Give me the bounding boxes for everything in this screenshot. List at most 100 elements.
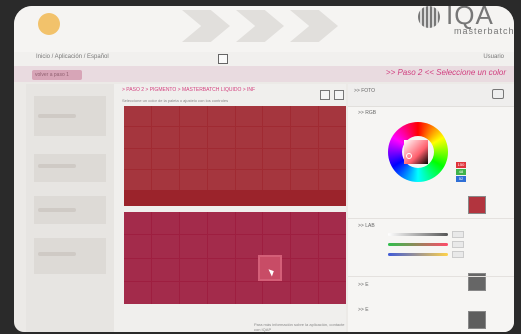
l-slider[interactable] <box>388 233 448 236</box>
e2-label: >> E <box>358 307 369 313</box>
palette-cell[interactable] <box>207 258 235 281</box>
r-value-badge[interactable]: 150 <box>456 162 466 168</box>
b-value-badge[interactable]: 52 <box>456 176 466 182</box>
palette-cell[interactable] <box>179 281 207 304</box>
step-indicator: >> Paso 2 << Seleccione un color <box>385 68 506 77</box>
palette-cell[interactable] <box>151 127 179 148</box>
rgb-section: >> RGB 150 48 52 <box>348 106 514 218</box>
sidebar-item[interactable] <box>38 164 76 168</box>
palette-cell[interactable] <box>179 258 207 281</box>
palette-cell[interactable] <box>319 258 346 281</box>
chevron-icon <box>290 10 338 42</box>
palette-instructions: Seleccione un color de la paleta o ajust… <box>122 98 229 103</box>
palette-cell[interactable] <box>263 281 291 304</box>
a-slider[interactable] <box>388 243 448 246</box>
b-value[interactable] <box>452 251 464 258</box>
g-value-badge[interactable]: 48 <box>456 169 466 175</box>
step-chevrons <box>182 10 338 42</box>
palette-cell[interactable] <box>179 127 207 148</box>
camera-icon[interactable] <box>492 89 504 99</box>
palette-cell[interactable] <box>319 235 346 258</box>
palette-cell[interactable] <box>179 235 207 258</box>
menu-links[interactable]: Inicio / Aplicación / Español <box>36 54 109 60</box>
palette-cell[interactable] <box>235 212 263 235</box>
palette-cell[interactable] <box>319 281 346 304</box>
lab-section: >> LAB <box>348 218 514 291</box>
palette-cell[interactable] <box>263 148 291 169</box>
palette-cell[interactable] <box>291 169 319 190</box>
menubar: Inicio / Aplicación / Español Usuario <box>14 52 514 67</box>
color-picker-handle[interactable] <box>406 153 412 159</box>
palette-cell[interactable] <box>124 169 151 190</box>
b-slider[interactable] <box>388 253 448 256</box>
palette-cell[interactable] <box>291 258 319 281</box>
palette-cell[interactable] <box>319 169 346 190</box>
palette-cell[interactable] <box>319 212 346 235</box>
palette-cell[interactable] <box>263 127 291 148</box>
palette-cell[interactable] <box>207 212 235 235</box>
color-palette-bottom[interactable] <box>124 212 346 304</box>
palette-cell[interactable] <box>235 169 263 190</box>
palette-cell[interactable] <box>207 127 235 148</box>
palette-cell[interactable] <box>151 106 179 127</box>
palette-cell[interactable] <box>319 127 346 148</box>
palette-cell[interactable] <box>319 148 346 169</box>
palette-cell[interactable] <box>263 169 291 190</box>
palette-cell[interactable] <box>151 281 179 304</box>
palette-cell[interactable] <box>124 148 151 169</box>
palette-cell[interactable] <box>124 235 151 258</box>
palette-cell[interactable] <box>179 106 207 127</box>
palette-cell[interactable] <box>124 106 151 127</box>
lab-label: >> LAB <box>358 223 375 229</box>
l-value[interactable] <box>452 231 464 238</box>
palette-cell[interactable] <box>235 148 263 169</box>
palette-cell[interactable] <box>291 212 319 235</box>
palette-cell[interactable] <box>291 281 319 304</box>
palette-cell[interactable] <box>263 212 291 235</box>
palette-cell[interactable] <box>207 169 235 190</box>
palette-cell[interactable] <box>124 258 151 281</box>
palette-cell[interactable] <box>263 106 291 127</box>
palette-cell[interactable] <box>207 148 235 169</box>
a-value[interactable] <box>452 241 464 248</box>
palette-cell[interactable] <box>151 148 179 169</box>
palette-cell[interactable] <box>235 106 263 127</box>
chevron-icon <box>236 10 284 42</box>
palette-cell[interactable] <box>207 281 235 304</box>
palette-cell[interactable] <box>319 106 346 127</box>
palette-cell[interactable] <box>179 169 207 190</box>
print-icon[interactable] <box>320 90 330 100</box>
color-palette-top[interactable] <box>124 106 346 190</box>
palette-cell[interactable] <box>207 235 235 258</box>
palette-cell[interactable] <box>291 148 319 169</box>
sidebar-item[interactable] <box>38 252 76 256</box>
palette-cell[interactable] <box>235 127 263 148</box>
palette-cell[interactable] <box>124 281 151 304</box>
rgb-label: >> RGB <box>358 110 377 116</box>
palette-cell[interactable] <box>124 127 151 148</box>
color-palette-mid[interactable] <box>124 190 346 206</box>
palette-cell[interactable] <box>124 212 151 235</box>
user-menu[interactable]: Usuario <box>483 54 504 60</box>
footer-text: Para más información sobre la aplicación… <box>254 322 345 332</box>
palette-cell[interactable] <box>151 258 179 281</box>
palette-cell[interactable] <box>291 106 319 127</box>
saturation-square[interactable] <box>404 140 428 164</box>
e-section: >> E >> E <box>348 276 514 332</box>
palette-cell[interactable] <box>151 169 179 190</box>
document-icon[interactable] <box>334 90 344 100</box>
sidebar-item[interactable] <box>38 208 76 212</box>
back-tab[interactable]: volver a paso 1 <box>32 70 82 80</box>
palette-cell[interactable] <box>151 235 179 258</box>
palette-cell[interactable] <box>179 212 207 235</box>
app-logo <box>38 13 60 35</box>
palette-cell[interactable] <box>151 212 179 235</box>
palette-cell[interactable] <box>291 127 319 148</box>
palette-cell[interactable] <box>235 281 263 304</box>
selected-color-preview <box>468 196 486 214</box>
palette-cell[interactable] <box>291 235 319 258</box>
home-icon[interactable] <box>218 54 228 64</box>
sidebar-item[interactable] <box>38 114 76 118</box>
palette-cell[interactable] <box>179 148 207 169</box>
palette-cell[interactable] <box>207 106 235 127</box>
